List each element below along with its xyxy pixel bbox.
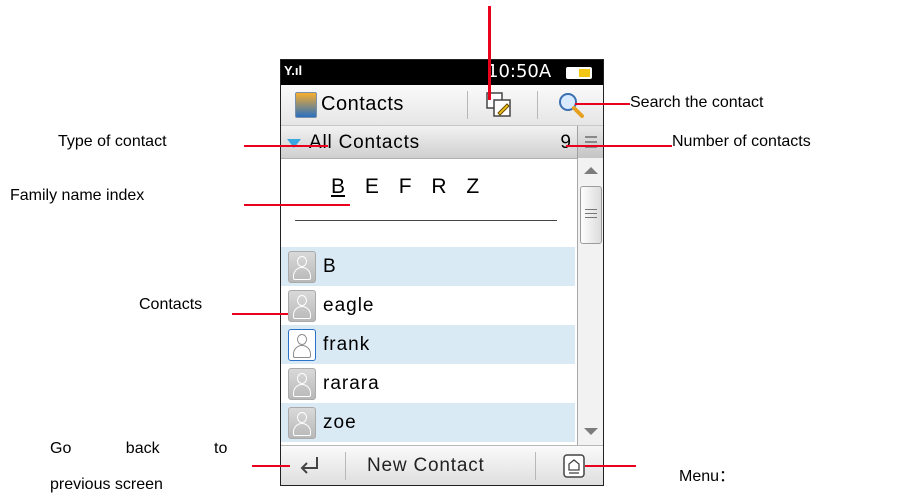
scrollbar-top-cap [577, 126, 603, 159]
annotation-type: Type of contact [58, 133, 167, 150]
contact-list: B eagle frank rarara zoe [281, 247, 575, 442]
annotation-line-number [566, 145, 672, 147]
contact-name: zoe [323, 412, 357, 433]
contacts-app-icon [295, 92, 317, 118]
contact-name: frank [323, 334, 371, 355]
index-letter[interactable]: B [331, 175, 345, 199]
scrollbar[interactable] [577, 158, 603, 445]
phone-screen: Y.ıl 10:50A Contacts All Contacts 9 B E … [280, 59, 604, 486]
annotation-number: Number of contacts [672, 133, 811, 150]
annotation-line-edit [488, 6, 491, 100]
contact-name: rarara [323, 373, 380, 394]
index-letter[interactable]: R [431, 175, 446, 199]
annotation-line-type [244, 145, 328, 147]
contact-row[interactable]: frank [281, 325, 575, 364]
back-icon [300, 457, 318, 474]
contact-count: 9 [560, 132, 571, 153]
status-time: 10:50A [487, 61, 552, 82]
annotation-menu: Menu： [679, 468, 736, 485]
bottom-divider [345, 452, 346, 480]
contact-row[interactable]: B [281, 247, 575, 286]
annotation-line-menu [585, 465, 636, 467]
toolbar-divider [467, 91, 468, 119]
index-divider [295, 220, 557, 221]
annotation-back-line2: previous screen [50, 476, 163, 493]
menu-button[interactable] [562, 453, 586, 479]
battery-icon [566, 67, 592, 79]
avatar-icon [288, 251, 316, 283]
annotation-line-contacts [232, 313, 288, 315]
search-button[interactable] [557, 91, 585, 119]
annotation-line-back [252, 465, 290, 467]
contact-name: B [323, 256, 337, 277]
scrollbar-thumb[interactable] [580, 186, 602, 244]
index-letter[interactable]: F [399, 175, 412, 199]
annotation-line-search [575, 103, 630, 105]
app-title: Contacts [321, 93, 404, 115]
index-letter[interactable]: Z [466, 175, 479, 199]
back-button[interactable] [297, 453, 323, 479]
signal-icon: Y.ıl [284, 63, 303, 78]
toolbar: Contacts [281, 85, 603, 126]
new-contact-button[interactable]: New Contact [367, 455, 485, 477]
scroll-up-arrow-icon[interactable] [584, 167, 598, 174]
menu-icon [563, 454, 585, 478]
annotation-family-index: Family name index [10, 187, 145, 204]
annotation-line-family [244, 204, 350, 206]
contact-name: eagle [323, 295, 375, 316]
annotation-back-line1: Go back to [50, 440, 228, 458]
family-name-index: B E F R Z [331, 175, 493, 199]
contact-row[interactable]: eagle [281, 286, 575, 325]
bottom-bar: New Contact [281, 445, 603, 485]
scroll-down-arrow-icon[interactable] [584, 428, 598, 435]
avatar-icon [288, 407, 316, 439]
annotation-search: Search the contact [630, 94, 764, 111]
avatar-icon [288, 329, 316, 361]
annotation-contacts: Contacts [139, 296, 203, 313]
index-letter[interactable]: E [365, 175, 379, 199]
status-bar: Y.ıl 10:50A [281, 60, 603, 85]
contact-type-selector[interactable]: All Contacts 9 [281, 126, 577, 159]
avatar-icon [288, 290, 316, 322]
annotation-back-text: Go back to [50, 440, 228, 457]
bottom-divider [535, 452, 536, 480]
search-icon [559, 93, 584, 118]
contact-type-label: All Contacts [309, 132, 420, 153]
toolbar-divider [537, 91, 538, 119]
contact-row[interactable]: rarara [281, 364, 575, 403]
avatar-icon [288, 368, 316, 400]
contact-row[interactable]: zoe [281, 403, 575, 442]
